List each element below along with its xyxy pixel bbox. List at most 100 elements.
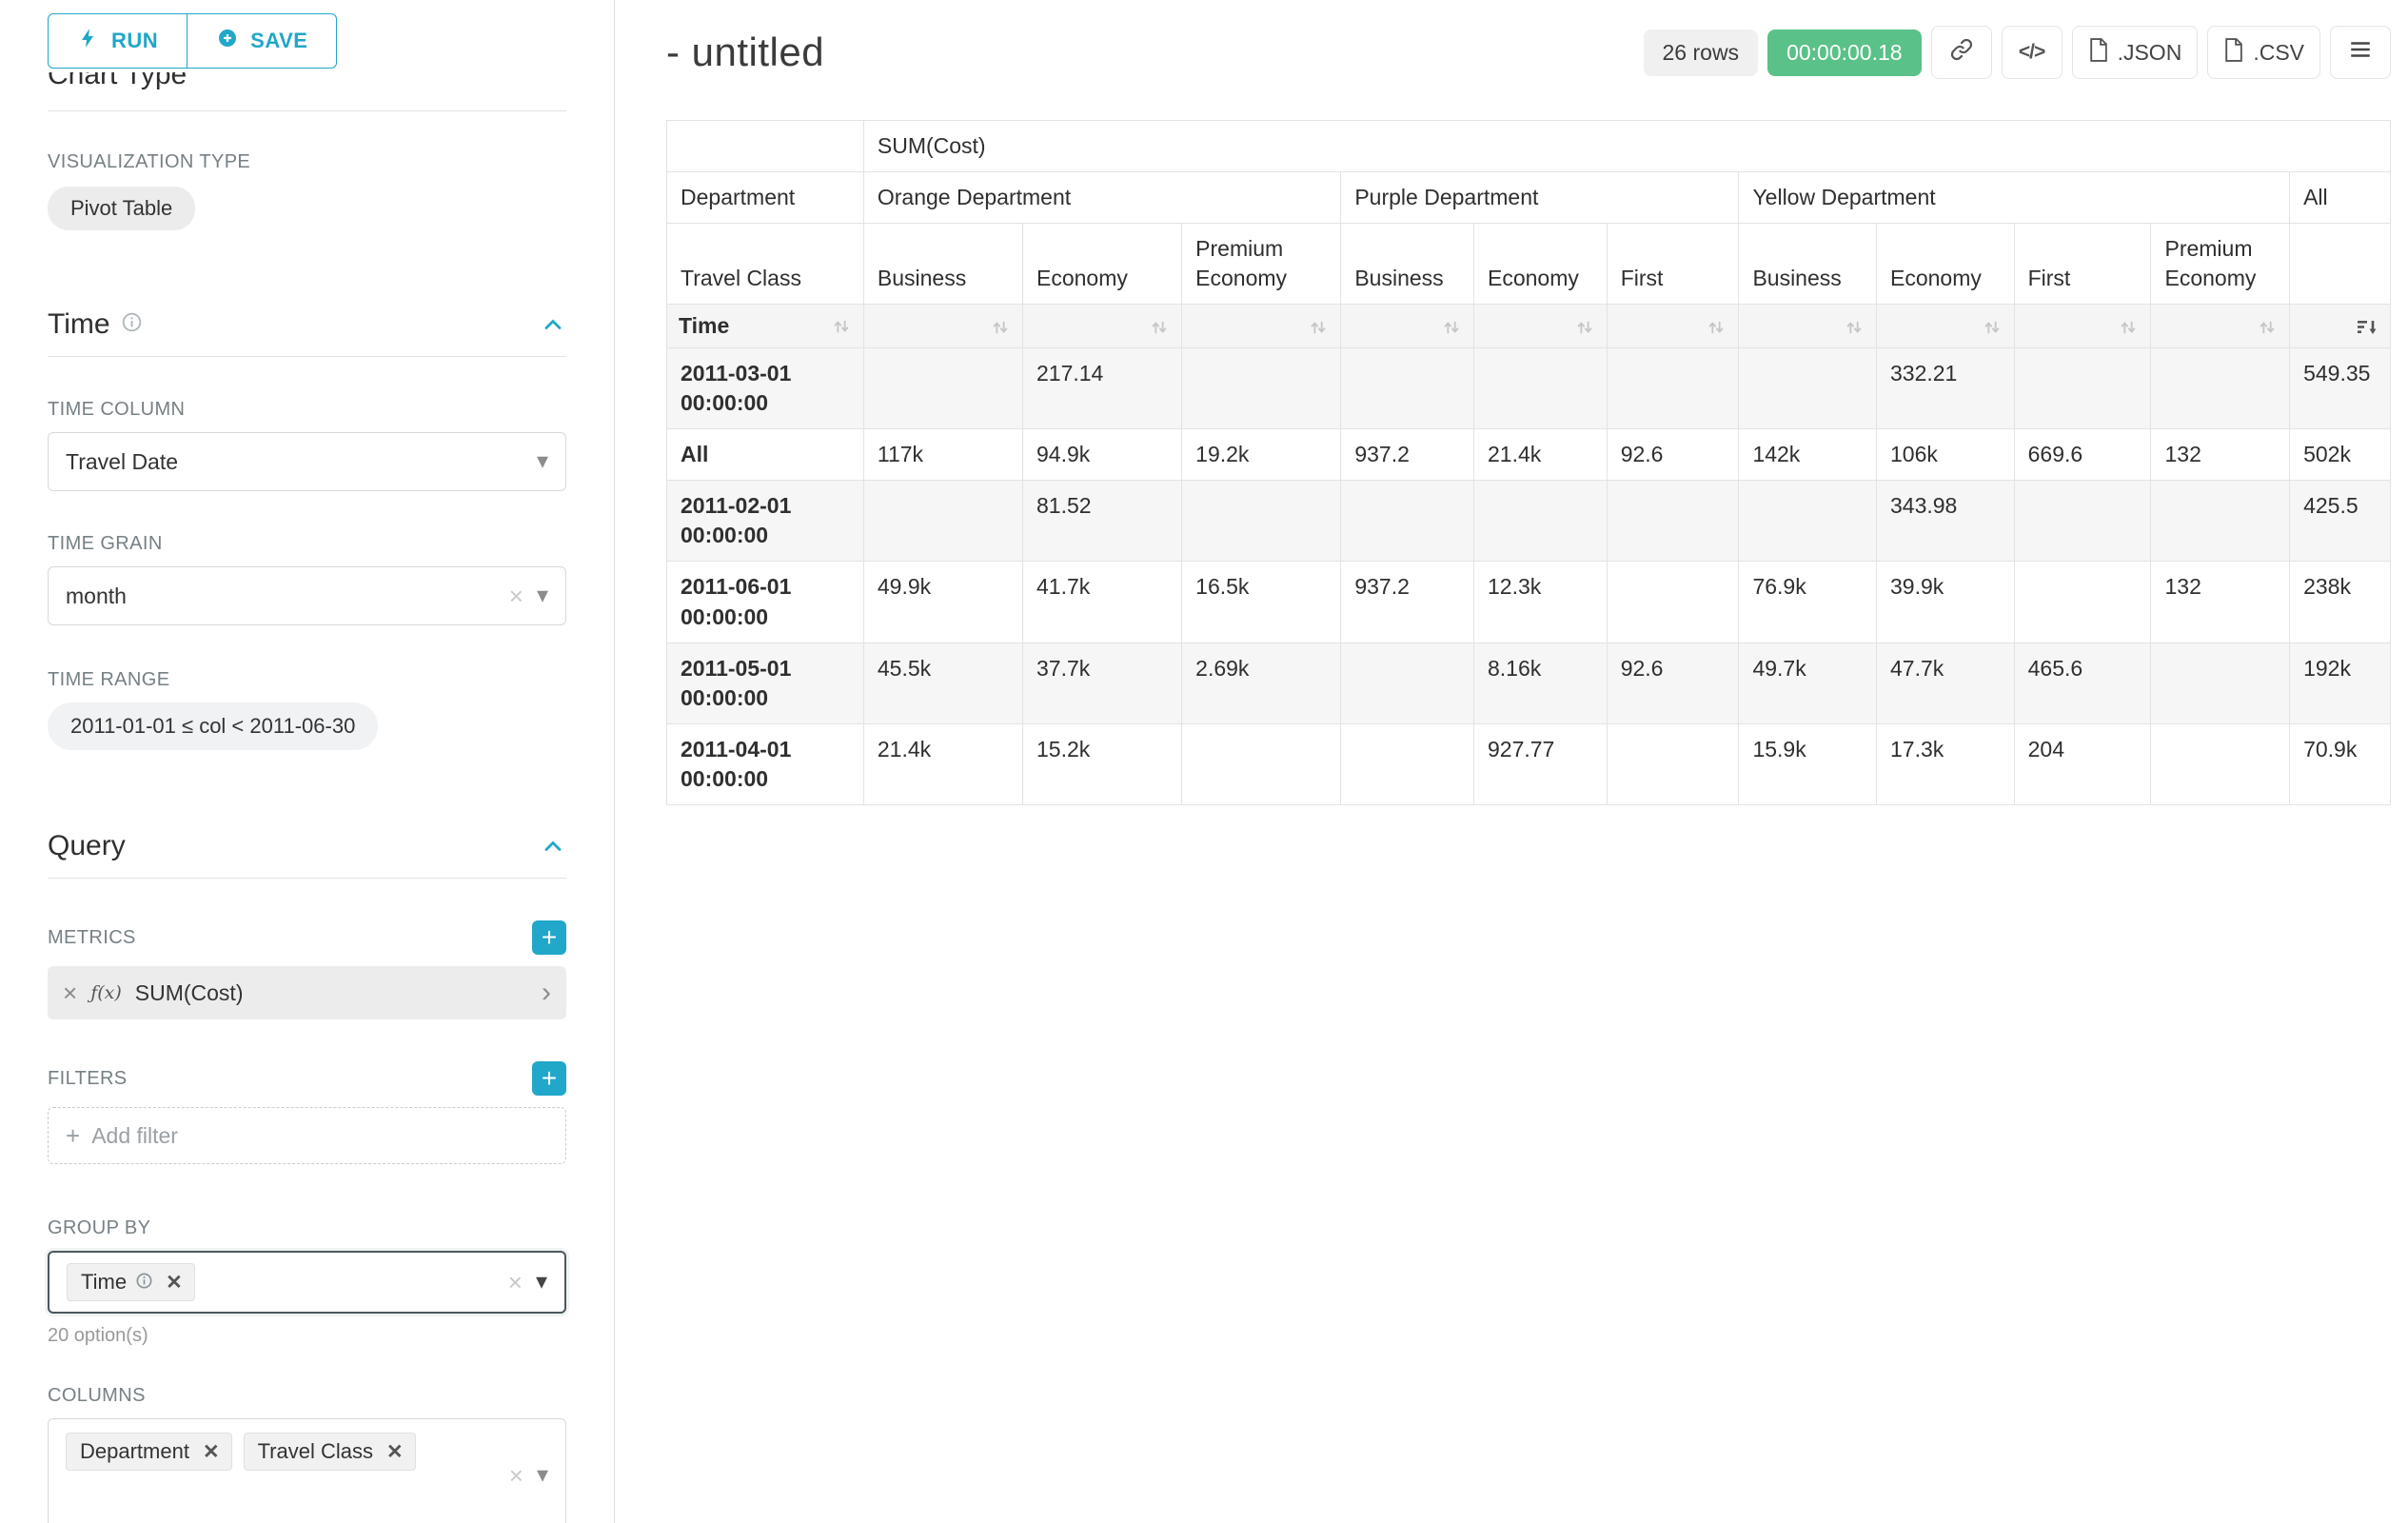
pivot-value-cell: 92.6 <box>1607 643 1739 723</box>
pivot-value-cell: 502k <box>2290 429 2391 481</box>
export-csv-label: .CSV <box>2253 40 2304 66</box>
pivot-value-cell: 17.3k <box>1877 723 2015 804</box>
column-sort-toggle[interactable] <box>1182 305 1341 348</box>
sort-descending-icon[interactable] <box>2356 316 2378 339</box>
pivot-value-cell: 425.5 <box>2290 481 2391 562</box>
filters-header-row: FILTERS + <box>48 1061 566 1096</box>
time-column-value: Travel Date <box>66 449 178 475</box>
sort-arrows-icon[interactable] <box>2118 317 2139 338</box>
sort-arrows-icon[interactable] <box>1308 317 1329 338</box>
clear-icon[interactable]: × <box>509 583 523 608</box>
pivot-value-cell <box>863 348 1022 429</box>
pivot-value-cell: 2.69k <box>1182 643 1341 723</box>
pivot-value-cell: 238k <box>2290 562 2391 643</box>
embed-code-button[interactable]: </> <box>2002 26 2063 79</box>
chevron-up-icon[interactable] <box>540 311 566 338</box>
pivot-value-cell: 8.16k <box>1474 643 1608 723</box>
pivot-class-header: Economy <box>1877 224 2015 305</box>
pivot-value-cell: 41.7k <box>1023 562 1182 643</box>
add-metric-button[interactable]: + <box>532 920 566 955</box>
sort-arrows-icon[interactable] <box>1982 317 2003 338</box>
group-by-select[interactable]: Time ✕ × ▾ <box>48 1251 566 1314</box>
column-sort-toggle[interactable] <box>1739 305 1877 348</box>
sort-arrows-icon[interactable] <box>1574 317 1595 338</box>
add-filter-label: Add filter <box>91 1123 178 1149</box>
run-button[interactable]: RUN <box>48 13 188 69</box>
pivot-row-label: 2011-06-01 00:00:00 <box>667 562 864 643</box>
sort-arrows-icon[interactable] <box>1441 317 1462 338</box>
add-filter-button[interactable]: + Add filter <box>48 1107 566 1164</box>
viz-type-pill[interactable]: Pivot Table <box>48 187 195 230</box>
sort-arrows-icon[interactable] <box>831 316 852 337</box>
chevron-down-icon: ▾ <box>537 584 548 607</box>
run-save-button-group: RUN SAVE <box>48 13 566 69</box>
pivot-class-header: First <box>1607 224 1739 305</box>
pivot-value-cell <box>2151 481 2290 562</box>
sort-arrows-icon[interactable] <box>1844 317 1865 338</box>
pivot-value-cell: 669.6 <box>2014 429 2151 481</box>
sort-arrows-icon[interactable] <box>1706 317 1727 338</box>
column-sort-toggle[interactable] <box>2151 305 2290 348</box>
column-sort-toggle[interactable] <box>1607 305 1739 348</box>
columns-select[interactable]: Department ✕ Travel Class ✕ × ▾ <box>48 1418 566 1523</box>
remove-pill-icon[interactable]: ✕ <box>199 1440 224 1464</box>
pivot-value-cell <box>1739 481 1877 562</box>
pivot-time-row-header[interactable]: Time <box>667 305 864 348</box>
control-panel: RUN SAVE Chart Type VISUALIZATION TYPE P… <box>0 0 615 1523</box>
time-range-pill[interactable]: 2011-01-01 ≤ col < 2011-06-30 <box>48 702 378 750</box>
group-by-label: GROUP BY <box>48 1217 566 1239</box>
pivot-value-cell: 142k <box>1739 429 1877 481</box>
chevron-up-icon[interactable] <box>540 833 566 860</box>
pivot-data-row: 2011-02-01 00:00:0081.52343.98425.5 <box>667 481 2391 562</box>
clear-icon[interactable]: × <box>509 1463 523 1488</box>
plus-circle-icon <box>216 27 239 55</box>
save-button[interactable]: SAVE <box>187 13 337 69</box>
column-sort-toggle[interactable] <box>1474 305 1608 348</box>
add-filter-plus-button[interactable]: + <box>532 1061 566 1096</box>
pivot-value-cell: 132 <box>2151 429 2290 481</box>
pivot-row-label: All <box>667 429 864 481</box>
chart-header: - untitled 26 rows 00:00:00.18 </> .JSON <box>666 23 2391 82</box>
time-column-select[interactable]: Travel Date ▾ <box>48 432 566 491</box>
columns-pill: Department ✕ <box>66 1433 232 1471</box>
time-section-title: Time <box>48 308 110 341</box>
pivot-table: SUM(Cost)DepartmentOrange DepartmentPurp… <box>666 120 2391 805</box>
file-icon <box>2223 38 2243 68</box>
pivot-data-row: 2011-04-01 00:00:0021.4k15.2k927.7715.9k… <box>667 723 2391 804</box>
sort-arrows-icon[interactable] <box>1149 317 1170 338</box>
remove-pill-icon[interactable]: ✕ <box>162 1271 187 1295</box>
chart-title: - untitled <box>666 30 824 75</box>
metrics-header-row: METRICS + <box>48 920 566 955</box>
pivot-value-cell: 204 <box>2014 723 2151 804</box>
chevron-right-icon[interactable]: › <box>542 979 551 1007</box>
export-json-button[interactable]: .JSON <box>2072 26 2199 79</box>
time-column-label: TIME COLUMN <box>48 399 566 421</box>
metric-item[interactable]: × ƒ(x) SUM(Cost) › <box>48 966 566 1019</box>
clear-icon[interactable]: × <box>508 1270 523 1295</box>
remove-pill-icon[interactable]: ✕ <box>383 1440 407 1464</box>
column-sort-toggle[interactable] <box>1341 305 1474 348</box>
share-link-button[interactable] <box>1931 26 1992 79</box>
code-icon: </> <box>2019 41 2044 64</box>
chart-type-section: Chart Type <box>48 72 566 101</box>
chevron-down-icon: ▾ <box>536 1271 547 1294</box>
column-sort-toggle[interactable] <box>863 305 1022 348</box>
sort-arrows-icon[interactable] <box>990 317 1011 338</box>
plus-icon: + <box>66 1121 80 1151</box>
time-grain-select[interactable]: month × ▾ <box>48 566 566 625</box>
column-sort-toggle[interactable] <box>1023 305 1182 348</box>
column-sort-toggle-active[interactable] <box>2290 305 2391 348</box>
export-csv-button[interactable]: .CSV <box>2207 26 2320 79</box>
pivot-department-group-header: Purple Department <box>1341 172 1739 224</box>
query-section-header[interactable]: Query <box>48 830 566 879</box>
chart-menu-button[interactable] <box>2330 26 2391 79</box>
pivot-value-cell: 465.6 <box>2014 643 2151 723</box>
pivot-class-header: Business <box>1739 224 1877 305</box>
column-sort-toggle[interactable] <box>2014 305 2151 348</box>
remove-metric-icon[interactable]: × <box>63 979 77 1008</box>
pivot-value-cell <box>2151 348 2290 429</box>
column-sort-toggle[interactable] <box>1877 305 2015 348</box>
columns-pill-label: Department <box>80 1439 189 1464</box>
time-section-header[interactable]: Time <box>48 308 566 357</box>
sort-arrows-icon[interactable] <box>2257 317 2278 338</box>
